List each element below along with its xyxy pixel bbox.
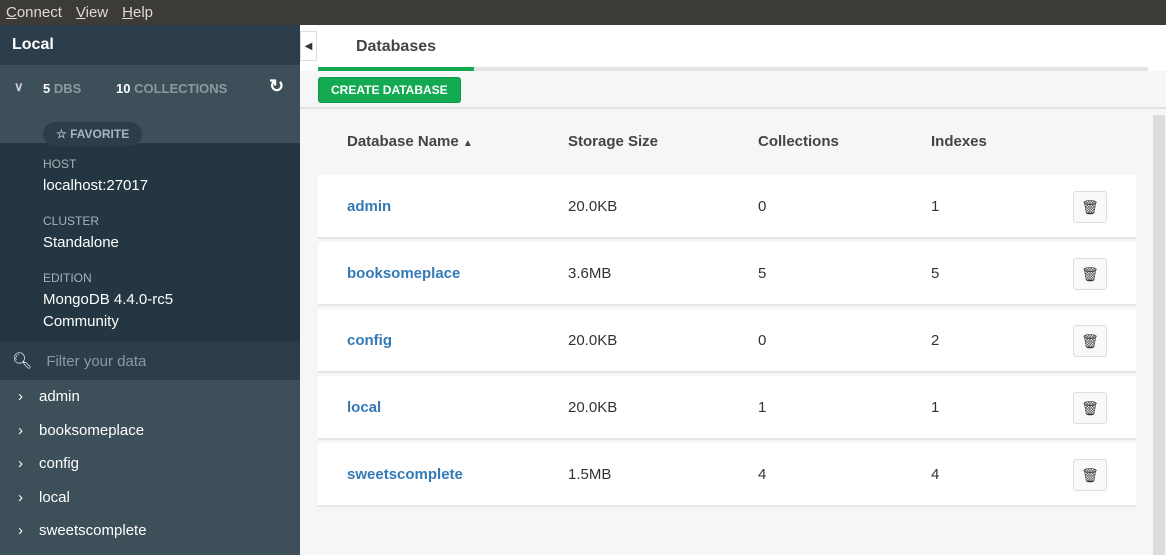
column-database-name[interactable]: Database Name ▲ [347, 133, 473, 150]
refresh-icon[interactable]: ↻ [269, 76, 284, 97]
chevron-right-icon: › [18, 488, 23, 506]
menu-bar: Connect View Help [0, 0, 1166, 25]
storage-size: 20.0KB [568, 399, 618, 416]
storage-size: 1.5MB [568, 466, 612, 483]
menu-connect[interactable]: Connect [6, 4, 62, 21]
scrollbar[interactable] [1153, 115, 1165, 555]
tab-databases[interactable]: Databases [318, 25, 474, 71]
collapse-sidebar-button[interactable]: ◀ [300, 31, 317, 61]
table-row: booksomeplace 3.6MB 5 5 🗑︎ [318, 242, 1136, 306]
instance-stats: ∨ 5 DBS 10 COLLECTIONS ↻ ☆ FAVORITE [0, 65, 300, 146]
database-name-link[interactable]: booksomeplace [347, 265, 460, 282]
storage-size: 20.0KB [568, 332, 618, 349]
trash-icon: 🗑︎ [1081, 265, 1099, 282]
tab-bar: ◀ Databases [300, 25, 1166, 71]
menu-help[interactable]: Help [122, 4, 153, 21]
sort-asc-icon: ▲ [462, 138, 473, 149]
cluster-label: CLUSTER [43, 214, 100, 228]
storage-size: 3.6MB [568, 265, 612, 282]
table-row: config 20.0KB 0 2 🗑︎ [318, 309, 1136, 373]
trash-icon: 🗑︎ [1081, 466, 1099, 483]
delete-database-button[interactable]: 🗑︎ [1073, 325, 1107, 357]
chevron-right-icon: › [18, 421, 23, 439]
delete-database-button[interactable]: 🗑︎ [1073, 459, 1107, 491]
chevron-right-icon: › [18, 455, 23, 473]
table-row: local 20.0KB 1 1 🗑︎ [318, 376, 1136, 440]
database-name-link[interactable]: local [347, 399, 381, 416]
column-storage-size[interactable]: Storage Size [568, 133, 658, 150]
sidebar: Local ∨ 5 DBS 10 COLLECTIONS ↻ ☆ FAVORIT… [0, 25, 300, 555]
toolbar: CREATE DATABASE [300, 71, 1166, 109]
trash-icon: 🗑︎ [1081, 198, 1099, 215]
database-name-link[interactable]: config [347, 332, 392, 349]
db-label: local [39, 488, 70, 506]
db-label: booksomeplace [39, 421, 145, 439]
delete-database-button[interactable]: 🗑︎ [1073, 258, 1107, 290]
dbs-count: 5 DBS [43, 81, 81, 96]
database-name-link[interactable]: sweetscomplete [347, 466, 463, 483]
collections-number: 10 [116, 81, 131, 96]
collections-count: 10 COLLECTIONS [116, 81, 227, 96]
cluster-value: Standalone [43, 234, 119, 251]
trash-icon: 🗑︎ [1081, 399, 1099, 416]
delete-database-button[interactable]: 🗑︎ [1073, 392, 1107, 424]
filter-input[interactable]: 🔍︎ Filter your data [0, 342, 300, 380]
tab-divider [474, 67, 1148, 71]
host-label: HOST [43, 157, 77, 171]
indexes-count: 2 [931, 332, 940, 349]
create-database-button[interactable]: CREATE DATABASE [318, 77, 461, 103]
indexes-count: 5 [931, 265, 940, 282]
sidebar-db-item[interactable]: › config [0, 447, 300, 481]
db-label: config [39, 455, 80, 473]
sidebar-db-item[interactable]: › sweetscomplete [0, 514, 300, 548]
chevron-right-icon: › [18, 522, 23, 540]
indexes-count: 1 [931, 399, 940, 416]
sidebar-db-item[interactable]: › local [0, 481, 300, 515]
database-list: › admin › booksomeplace › config › local › sw… [0, 380, 300, 548]
chevron-right-icon: › [18, 388, 23, 406]
db-label: sweetscomplete [39, 522, 147, 540]
indexes-count: 1 [931, 198, 940, 215]
collections-count: 5 [758, 265, 767, 282]
host-value: localhost:27017 [43, 177, 149, 194]
edition-value: MongoDB 4.4.0-rc5 Community [43, 291, 174, 330]
column-label: Database Name [347, 133, 459, 150]
menu-view[interactable]: View [76, 4, 108, 21]
edition-label: EDITION [43, 271, 92, 285]
main-panel: ◀ Databases CREATE DATABASE Database Nam… [300, 25, 1166, 555]
filter-placeholder: Filter your data [46, 352, 147, 370]
collections-label: COLLECTIONS [134, 81, 228, 96]
table-row: admin 20.0KB 0 1 🗑︎ [318, 175, 1136, 239]
sidebar-db-item[interactable]: › admin [0, 380, 300, 414]
connection-title: Local [0, 25, 300, 65]
trash-icon: 🗑︎ [1081, 332, 1099, 349]
dbs-label: DBS [53, 81, 82, 96]
search-icon: 🔍︎ [12, 353, 33, 370]
favorite-button[interactable]: ☆ FAVORITE [43, 122, 143, 146]
db-label: admin [39, 388, 80, 406]
collections-count: 4 [758, 466, 767, 483]
delete-database-button[interactable]: 🗑︎ [1073, 191, 1107, 223]
chevron-down-icon[interactable]: ∨ [14, 79, 24, 95]
storage-size: 20.0KB [568, 198, 618, 215]
collections-count: 0 [758, 198, 767, 215]
instance-info: HOST localhost:27017 CLUSTER Standalone … [0, 143, 300, 342]
dbs-number: 5 [43, 81, 51, 96]
column-indexes[interactable]: Indexes [931, 133, 987, 150]
database-name-link[interactable]: admin [347, 198, 391, 215]
column-collections[interactable]: Collections [758, 133, 839, 150]
collections-count: 0 [758, 332, 767, 349]
sidebar-db-item[interactable]: › booksomeplace [0, 414, 300, 448]
table-row: sweetscomplete 1.5MB 4 4 🗑︎ [318, 443, 1136, 507]
collections-count: 1 [758, 399, 767, 416]
indexes-count: 4 [931, 466, 940, 483]
